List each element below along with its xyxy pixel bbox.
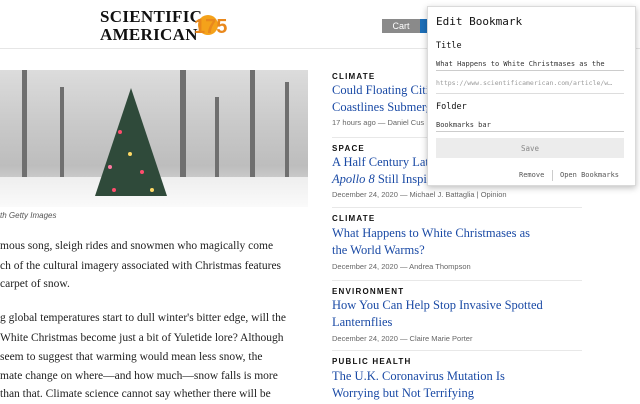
save-button[interactable]: Save bbox=[436, 138, 624, 158]
article-paragraph-line: mate change on where—and how much—snow f… bbox=[0, 370, 278, 382]
divider bbox=[332, 350, 582, 351]
article-paragraph-line: than that. Climate science cannot say wh… bbox=[0, 388, 271, 400]
divider bbox=[436, 93, 624, 94]
article-link[interactable]: How You Can Help Stop Invasive Spotted L… bbox=[332, 297, 562, 331]
headline-line: What Happens to White Christmases as bbox=[332, 226, 530, 240]
headline-line: The U.K. Coronavirus Mutation Is bbox=[332, 369, 505, 383]
article-paragraph-line: carpet of snow. bbox=[0, 278, 70, 290]
article-meta: December 24, 2020 — Michael J. Battaglia… bbox=[332, 190, 507, 199]
open-bookmarks-button[interactable]: Open Bookmarks bbox=[560, 171, 619, 179]
popup-title: Edit Bookmark bbox=[436, 15, 523, 28]
article-paragraph-line: ch of the cultural imagery associated wi… bbox=[0, 260, 282, 272]
section-kicker: CLIMATE bbox=[332, 214, 376, 223]
article-paragraph-line: g global temperatures start to dull wint… bbox=[0, 312, 286, 324]
bookmark-title-input[interactable] bbox=[436, 57, 624, 71]
tree-light bbox=[108, 165, 112, 169]
tree-light bbox=[112, 188, 116, 192]
folder-field-label: Folder bbox=[436, 102, 467, 112]
article-link[interactable]: The U.K. Coronavirus Mutation Is Worryin… bbox=[332, 368, 562, 402]
tree-light bbox=[140, 170, 144, 174]
cart-button[interactable]: Cart bbox=[382, 19, 420, 33]
tree-light bbox=[118, 130, 122, 134]
headline-italic: Apollo 8 bbox=[332, 172, 375, 186]
bookmark-folder-select[interactable] bbox=[436, 118, 624, 132]
christmas-tree bbox=[95, 88, 167, 196]
hero-image bbox=[0, 70, 308, 207]
section-kicker: PUBLIC HEALTH bbox=[332, 357, 412, 366]
edit-bookmark-popup: Edit Bookmark Title https://www.scientif… bbox=[427, 6, 636, 186]
divider bbox=[332, 280, 582, 281]
section-kicker: SPACE bbox=[332, 144, 365, 153]
tree-light bbox=[150, 188, 154, 192]
title-field-label: Title bbox=[436, 41, 462, 51]
section-kicker: CLIMATE bbox=[332, 72, 376, 81]
headline-line: the World Warms? bbox=[332, 243, 425, 257]
bookmark-url-field[interactable]: https://www.scientificamerican.com/artic… bbox=[436, 79, 624, 87]
divider bbox=[332, 207, 582, 208]
headline-line: Worrying but Not Terrifying bbox=[332, 386, 474, 400]
divider bbox=[552, 170, 553, 181]
badge-number: 175 bbox=[194, 16, 228, 38]
image-caption: th Getty Images bbox=[0, 211, 57, 220]
article-paragraph-line: White Christmas become just a bit of Yul… bbox=[0, 332, 284, 344]
article-meta: December 24, 2020 — Claire Marie Porter bbox=[332, 334, 473, 343]
article-link[interactable]: What Happens to White Christmases as the… bbox=[332, 225, 562, 259]
article-meta: 17 hours ago — Daniel Cus bbox=[332, 118, 425, 127]
section-kicker: ENVIRONMENT bbox=[332, 287, 405, 296]
article-paragraph-line: mous song, sleigh rides and snowmen who … bbox=[0, 240, 274, 252]
article-paragraph-line: seem to suggest that warming would mean … bbox=[0, 351, 263, 363]
article-meta: December 24, 2020 — Andrea Thompson bbox=[332, 262, 471, 271]
site-logo[interactable]: SCIENTIFIC AMERICAN 175 bbox=[100, 8, 230, 43]
remove-button[interactable]: Remove bbox=[519, 171, 544, 179]
tree-light bbox=[128, 152, 132, 156]
headline-line: Lanternflies bbox=[332, 315, 393, 329]
anniversary-badge: 175 bbox=[194, 15, 228, 39]
headline-line: How You Can Help Stop Invasive Spotted bbox=[332, 298, 543, 312]
